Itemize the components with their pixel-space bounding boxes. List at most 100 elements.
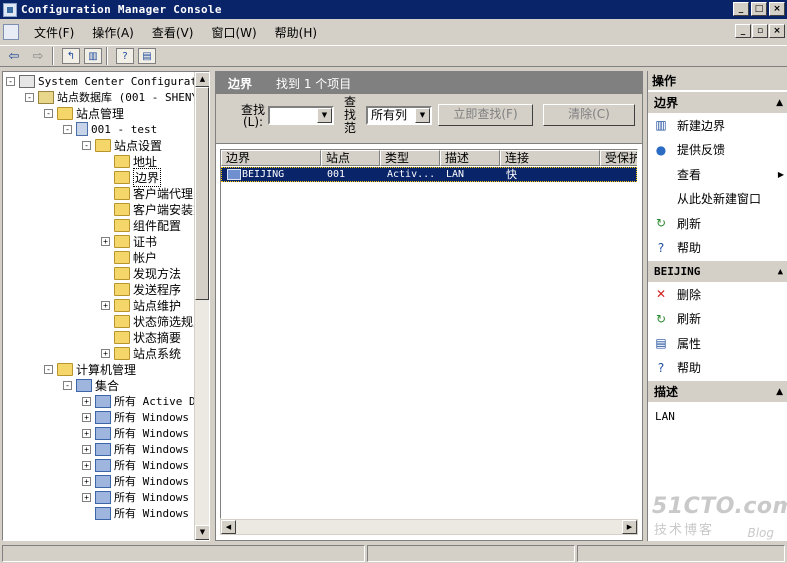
find-input[interactable]: ▼	[268, 106, 334, 125]
mdi-restore-button[interactable]: ▫	[752, 24, 768, 38]
scroll-right-button[interactable]: ▶	[622, 520, 637, 534]
action-item[interactable]: ↻ 刷新	[648, 211, 787, 236]
tree-item[interactable]: - 计算机管理	[44, 361, 136, 377]
tree-item[interactable]: 所有 Windows Se	[82, 505, 209, 521]
column-header-type[interactable]: 类型	[380, 150, 440, 166]
scroll-down-button[interactable]: ▼	[195, 525, 209, 540]
collapse-icon[interactable]: -	[25, 92, 34, 102]
tree-item[interactable]: + 所有 Windows 20	[82, 425, 209, 441]
collapse-icon[interactable]: -	[63, 124, 72, 134]
show-hide-tree-icon[interactable]: ▥	[84, 48, 102, 64]
boundary-list[interactable]: 边界 站点 类型 描述 连接 受保护 BEIJING 001 Activ... …	[220, 149, 638, 519]
columns-select[interactable]: 所有列 ▼	[366, 106, 432, 125]
tree-item[interactable]: + 所有 Windows Mo	[82, 457, 209, 473]
tree-item[interactable]: 帐户	[101, 249, 157, 265]
collapse-icon[interactable]: ▲	[776, 381, 783, 403]
tree-item[interactable]: - 集合	[63, 377, 119, 393]
scroll-left-button[interactable]: ◀	[221, 520, 236, 534]
expand-icon[interactable]: +	[101, 348, 110, 358]
tree-item[interactable]: 客户端安装方	[101, 201, 205, 217]
title-bar[interactable]: Configuration Manager Console _ □ ×	[0, 0, 787, 19]
scroll-up-button[interactable]: ▲	[195, 72, 209, 87]
tree-item[interactable]: 边界	[101, 167, 162, 187]
actions-section-description[interactable]: 描述 ▲	[648, 380, 787, 402]
chevron-down-icon[interactable]: ▼	[317, 108, 332, 123]
clear-button[interactable]: 清除(C)	[543, 104, 635, 126]
mdi-close-button[interactable]: ×	[769, 24, 785, 38]
up-folder-icon[interactable]: ↰	[62, 48, 80, 64]
expand-icon[interactable]: +	[82, 412, 91, 422]
menu-view[interactable]: 查看(V)	[143, 24, 203, 41]
maximize-button[interactable]: □	[751, 2, 767, 16]
help-icon[interactable]: ?	[116, 48, 134, 64]
column-header-boundary[interactable]: 边界	[221, 150, 321, 166]
tree-item[interactable]: + 证书	[101, 233, 157, 249]
action-item[interactable]: ? 帮助	[648, 236, 787, 261]
collapse-icon[interactable]: -	[63, 380, 72, 390]
close-button[interactable]: ×	[769, 2, 785, 16]
expand-icon[interactable]: +	[101, 300, 110, 310]
column-header-protected[interactable]: 受保护	[600, 150, 637, 166]
chevron-down-icon[interactable]: ▼	[415, 108, 430, 123]
collapse-icon[interactable]: -	[82, 140, 91, 150]
tree-item[interactable]: + 站点系统	[101, 345, 181, 361]
menu-file[interactable]: 文件(F)	[25, 24, 83, 41]
action-pane-icon[interactable]: ▤	[138, 48, 156, 64]
minimize-button[interactable]: _	[733, 2, 749, 16]
collapse-icon[interactable]: ▲	[778, 261, 783, 283]
find-now-button[interactable]: 立即查找(F)	[438, 104, 533, 126]
actions-section-beijing[interactable]: BEIJING ▲	[648, 260, 787, 282]
scroll-thumb[interactable]	[195, 87, 209, 300]
tree-item[interactable]: + 所有 Windows Mo	[82, 441, 209, 457]
action-item[interactable]: 从此处新建窗口	[648, 187, 787, 212]
tree-item[interactable]: 组件配置	[101, 217, 181, 233]
expand-icon[interactable]: +	[82, 476, 91, 486]
tree-item[interactable]: + 所有 Windows Mo	[82, 489, 209, 505]
tree-item[interactable]: 状态筛选规则	[101, 313, 205, 329]
expand-icon[interactable]: +	[82, 492, 91, 502]
back-arrow-icon[interactable]: ⇦	[4, 47, 24, 65]
action-item[interactable]: ✕ 删除	[648, 282, 787, 307]
tree-item[interactable]: + 所有 Windows 20	[82, 409, 209, 425]
expand-icon[interactable]: +	[82, 444, 91, 454]
column-header-site[interactable]: 站点	[321, 150, 380, 166]
action-item[interactable]: ● 提供反馈	[648, 138, 787, 163]
mdi-minimize-button[interactable]: _	[735, 24, 751, 38]
tree-vertical-scrollbar[interactable]: ▲ ▼	[194, 72, 209, 540]
action-item[interactable]: ▤ 属性	[648, 331, 787, 356]
navigation-tree[interactable]: - System Center Configuration - 站点数据库 (001 …	[2, 71, 210, 541]
column-header-connection[interactable]: 连接	[500, 150, 600, 166]
tree-item[interactable]: + 所有 Active Dir	[82, 393, 209, 409]
collapse-icon[interactable]: -	[44, 364, 53, 374]
menu-action[interactable]: 操作(A)	[83, 24, 143, 41]
tree-item[interactable]: 客户端代理	[101, 185, 193, 201]
expand-icon[interactable]: +	[82, 428, 91, 438]
action-item[interactable]: ▥ 新建边界	[648, 113, 787, 138]
menu-help[interactable]: 帮助(H)	[266, 24, 326, 41]
tree-item[interactable]: 发现方法	[101, 265, 181, 281]
action-item[interactable]: 查看 ▶	[648, 162, 787, 187]
collapse-icon[interactable]: -	[44, 108, 53, 118]
tree-item[interactable]: - 站点管理	[44, 105, 124, 121]
tree-item[interactable]: 发送程序	[101, 281, 181, 297]
tree-item[interactable]: - 站点数据库 (001 - SHENYA	[25, 89, 205, 105]
tree-item[interactable]: - 站点设置	[82, 137, 162, 153]
actions-section-boundary[interactable]: 边界 ▲	[648, 91, 787, 113]
collapse-icon[interactable]: ▲	[776, 92, 783, 114]
column-header-description[interactable]: 描述	[440, 150, 500, 166]
tree-item[interactable]: + 站点维护	[101, 297, 181, 313]
expand-icon[interactable]: +	[82, 396, 91, 406]
expand-icon[interactable]: +	[101, 236, 110, 246]
menu-window[interactable]: 窗口(W)	[202, 24, 265, 41]
list-horizontal-scrollbar[interactable]: ◀ ▶	[220, 519, 638, 535]
table-row[interactable]: BEIJING 001 Activ... LAN 快	[221, 167, 637, 182]
tree-item[interactable]: 状态摘要	[101, 329, 181, 345]
tree-item[interactable]: - System Center Configuration	[6, 73, 209, 89]
collapse-icon[interactable]: -	[6, 76, 15, 86]
forward-arrow-icon[interactable]: ⇨	[28, 47, 48, 65]
tree-item[interactable]: + 所有 Windows Mo	[82, 473, 209, 489]
document-system-menu-icon[interactable]	[3, 24, 19, 40]
tree-item[interactable]: - 001 - test	[63, 121, 157, 137]
action-item[interactable]: ? 帮助	[648, 356, 787, 381]
expand-icon[interactable]: +	[82, 460, 91, 470]
